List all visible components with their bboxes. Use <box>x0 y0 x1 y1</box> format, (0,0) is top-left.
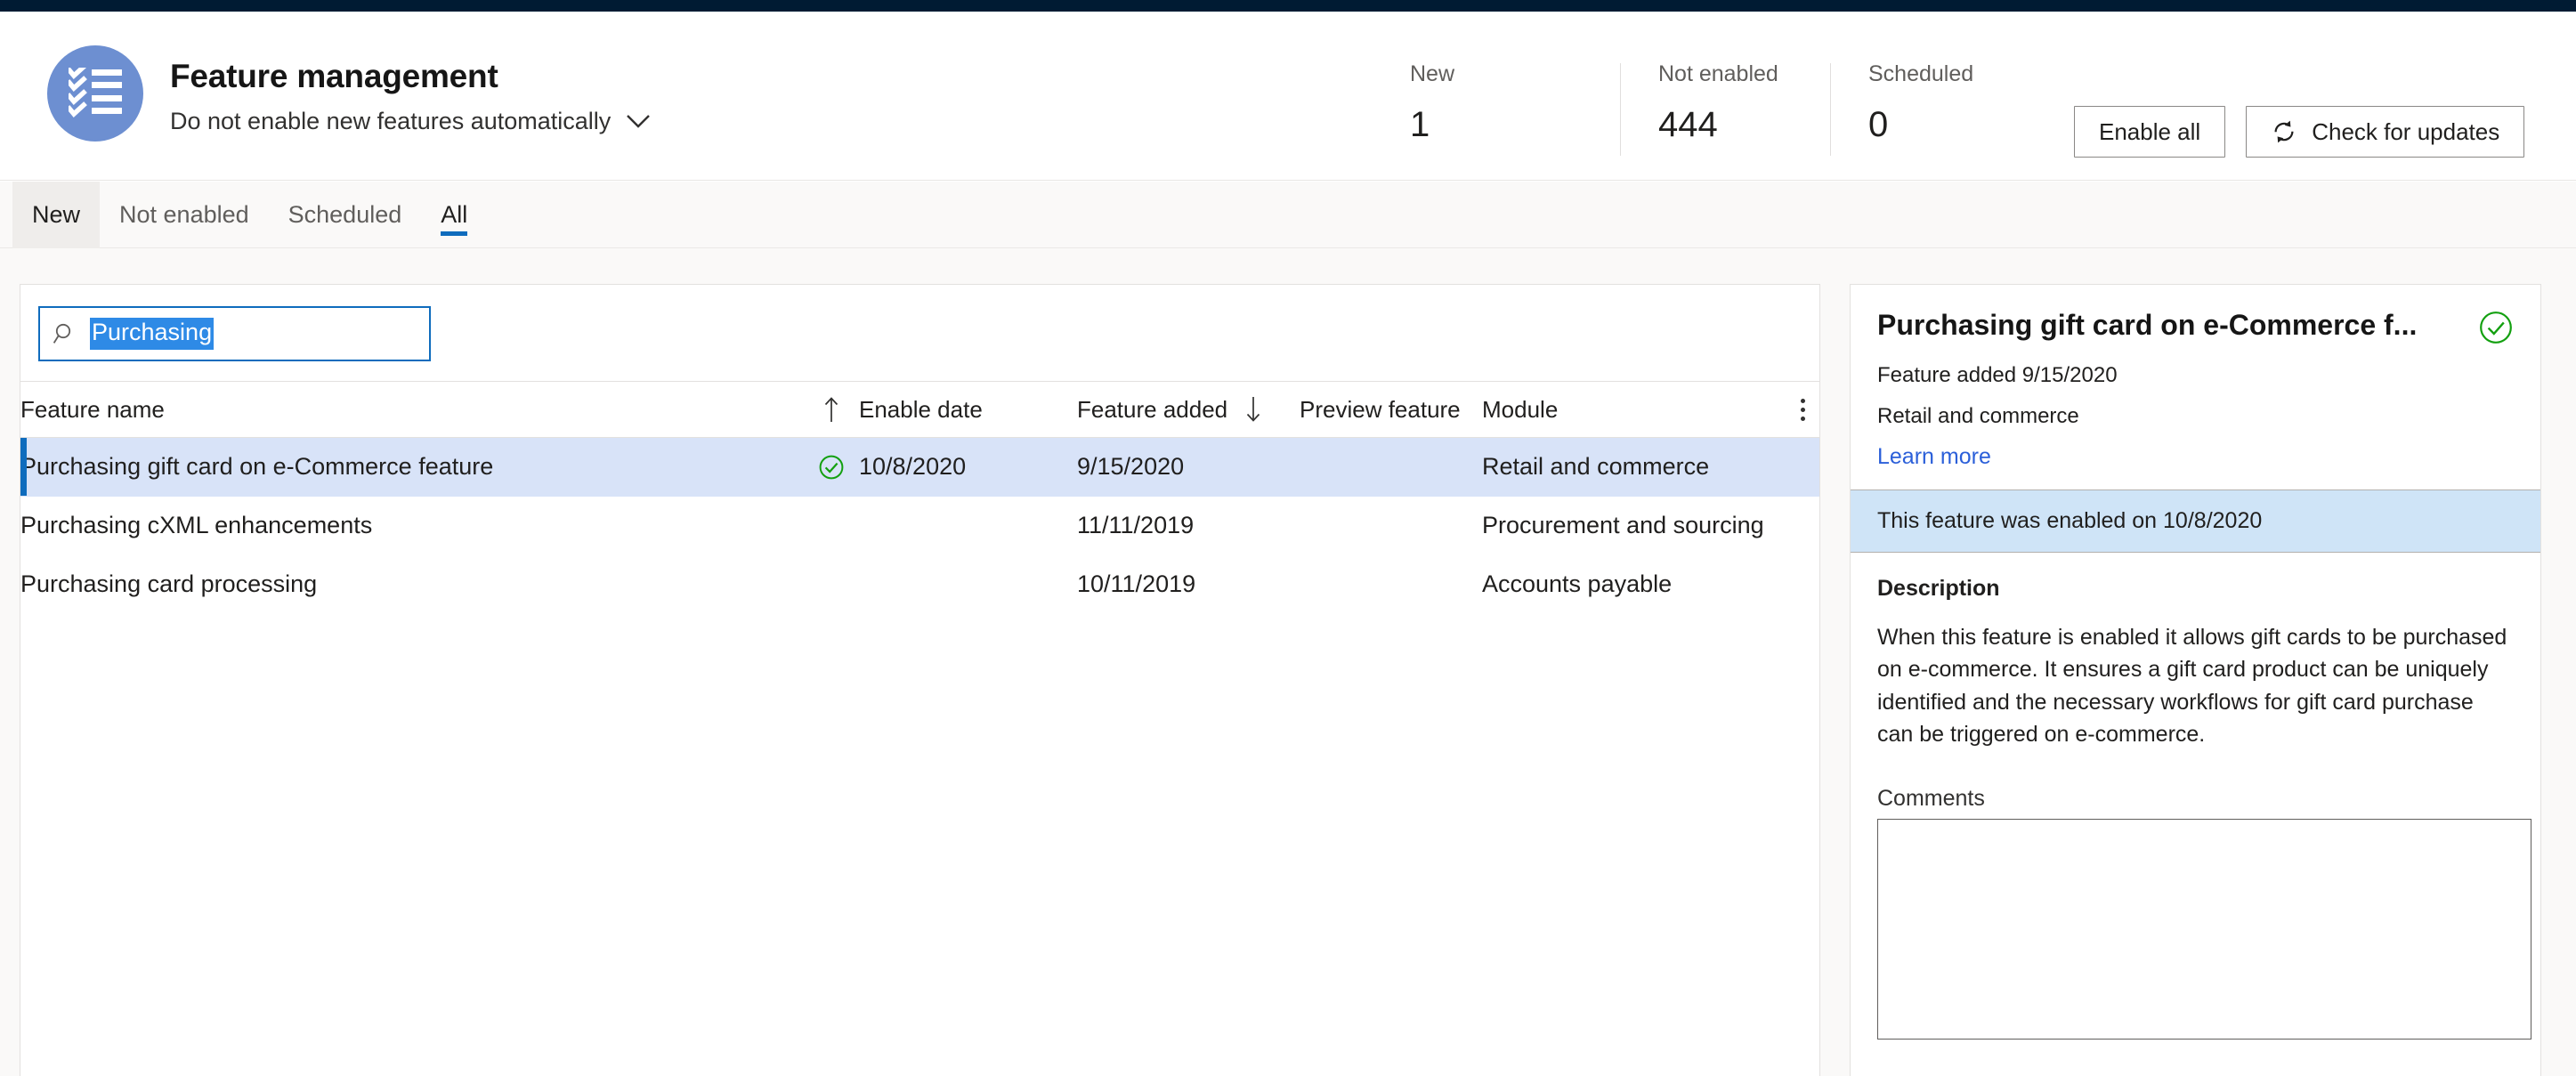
tab-not-enabled[interactable]: Not enabled <box>100 182 269 248</box>
column-label: Module <box>1482 395 1559 423</box>
description-text: When this feature is enabled it allows g… <box>1877 625 2507 747</box>
stat-label: Not enabled <box>1658 61 1778 86</box>
column-header-feature-added[interactable]: Feature added <box>1077 381 1300 438</box>
column-header-module[interactable]: Module <box>1482 381 1785 438</box>
tab-label: Scheduled <box>288 201 402 228</box>
cell-module: Accounts payable <box>1482 554 1785 614</box>
comments-label: Comments <box>1877 786 1985 812</box>
tab-all[interactable]: All <box>421 182 487 248</box>
stat-value: 444 <box>1658 105 1718 144</box>
cell-spacer <box>1785 437 1819 497</box>
cell-preview-feature <box>1300 437 1482 497</box>
feature-list-panel: Purchasing Feature name Enable date Feat… <box>20 284 1820 1076</box>
header-stats: New 1 Not enabled 444 Scheduled 0 <box>1410 63 2040 156</box>
enable-all-label: Enable all <box>2099 117 2201 145</box>
learn-more-link[interactable]: Learn more <box>1877 444 1991 470</box>
description-heading: Description <box>1877 576 2000 602</box>
cell-feature-name: Purchasing cXML enhancements <box>20 496 804 555</box>
cell-enable-date: 10/8/2020 <box>859 437 1077 497</box>
arrow-down-icon <box>1243 396 1263 423</box>
cell-module: Procurement and sourcing <box>1482 496 1785 555</box>
stat-label: New <box>1410 61 1455 86</box>
feature-management-page: Feature management Do not enable new fea… <box>0 0 2576 1076</box>
detail-title: Purchasing gift card on e-Commerce f... <box>1877 309 2418 341</box>
feature-table: Feature name Enable date Feature added P… <box>20 381 1819 614</box>
stat-scheduled: Scheduled 0 <box>1830 63 2040 156</box>
panel-divider <box>1820 284 1850 1076</box>
table-row[interactable]: Purchasing gift card on e-Commerce featu… <box>20 437 1819 497</box>
search-input-value: Purchasing <box>90 318 215 350</box>
column-label: Enable date <box>859 395 983 423</box>
cell-feature-name: Purchasing card processing <box>20 554 804 614</box>
filter-tabs: New Not enabled Scheduled All <box>0 182 2576 248</box>
column-label: Feature added <box>1077 395 1228 423</box>
comments-input[interactable] <box>1877 819 2531 1040</box>
check-for-updates-label: Check for updates <box>2312 117 2500 145</box>
column-header-preview-feature[interactable]: Preview feature <box>1300 381 1482 438</box>
cell-feature-name: Purchasing gift card on e-Commerce featu… <box>20 437 804 497</box>
cell-enable-date <box>859 554 1077 614</box>
refresh-icon <box>2271 118 2297 145</box>
column-header-enable-date[interactable]: Enable date <box>859 381 1077 438</box>
cell-feature-added: 11/11/2019 <box>1077 496 1300 555</box>
enable-all-button[interactable]: Enable all <box>2074 106 2226 158</box>
table-row[interactable]: Purchasing card processing 10/11/2019 Ac… <box>20 554 1819 614</box>
feature-detail-panel: Purchasing gift card on e-Commerce f... … <box>1850 284 2541 1076</box>
auto-enable-setting-label: Do not enable new features automatically <box>170 107 612 134</box>
page-header: Feature management Do not enable new fea… <box>0 12 2576 181</box>
header-actions: Enable all Check for updates <box>2074 106 2525 158</box>
search-icon <box>53 321 77 346</box>
tab-scheduled[interactable]: Scheduled <box>269 182 422 248</box>
cell-feature-added: 9/15/2020 <box>1077 437 1300 497</box>
stat-not-enabled: Not enabled 444 <box>1620 63 1830 156</box>
tab-label: All <box>441 201 468 236</box>
cell-enable-date <box>859 496 1077 555</box>
column-label: Feature name <box>20 395 165 423</box>
page-title-block: Feature management Do not enable new fea… <box>170 45 651 135</box>
checklist-icon <box>47 45 143 142</box>
cell-feature-added: 10/11/2019 <box>1077 554 1300 614</box>
cell-enabled-status <box>804 554 859 614</box>
page-header-identity: Feature management Do not enable new fea… <box>47 45 651 142</box>
page-content: Purchasing Feature name Enable date Feat… <box>0 248 2576 1076</box>
stat-value: 0 <box>1868 105 1889 144</box>
check-circle-icon <box>2478 308 2514 350</box>
tab-label: New <box>32 201 81 228</box>
status-banner: This feature was enabled on 10/8/2020 <box>1851 489 2540 554</box>
cell-module: Retail and commerce <box>1482 437 1785 497</box>
tab-label: Not enabled <box>119 201 249 228</box>
page-title: Feature management <box>170 58 498 94</box>
cell-preview-feature <box>1300 554 1482 614</box>
cell-preview-feature <box>1300 496 1482 555</box>
detail-added-date: Feature added 9/15/2020 <box>1877 363 2118 387</box>
detail-body: Description When this feature is enabled… <box>1851 553 2540 1044</box>
cell-enabled-status <box>804 437 859 497</box>
arrow-up-icon <box>822 396 859 423</box>
more-vertical-icon <box>1785 398 1819 421</box>
search-input[interactable]: Purchasing <box>38 306 431 361</box>
stat-label: Scheduled <box>1868 61 1974 86</box>
cell-spacer <box>1785 496 1819 555</box>
app-top-bar <box>0 0 2576 12</box>
chevron-down-icon <box>627 114 651 128</box>
detail-module: Retail and commerce <box>1877 404 2079 429</box>
cell-spacer <box>1785 554 1819 614</box>
table-row[interactable]: Purchasing cXML enhancements 11/11/2019 … <box>20 496 1819 555</box>
search-bar: Purchasing <box>20 285 1819 381</box>
detail-header: Purchasing gift card on e-Commerce f... … <box>1851 285 2540 489</box>
column-header-feature-name[interactable]: Feature name <box>20 381 859 438</box>
auto-enable-setting-dropdown[interactable]: Do not enable new features automatically <box>170 107 651 135</box>
check-for-updates-button[interactable]: Check for updates <box>2246 106 2525 158</box>
column-label: Preview feature <box>1300 395 1461 423</box>
cell-enabled-status <box>804 496 859 555</box>
column-options-button[interactable] <box>1785 381 1819 438</box>
tab-new[interactable]: New <box>12 182 101 248</box>
table-header-row: Feature name Enable date Feature added P… <box>20 381 1819 438</box>
stat-value: 1 <box>1410 105 1430 144</box>
stat-new: New 1 <box>1410 63 1620 156</box>
check-circle-icon <box>818 454 845 481</box>
